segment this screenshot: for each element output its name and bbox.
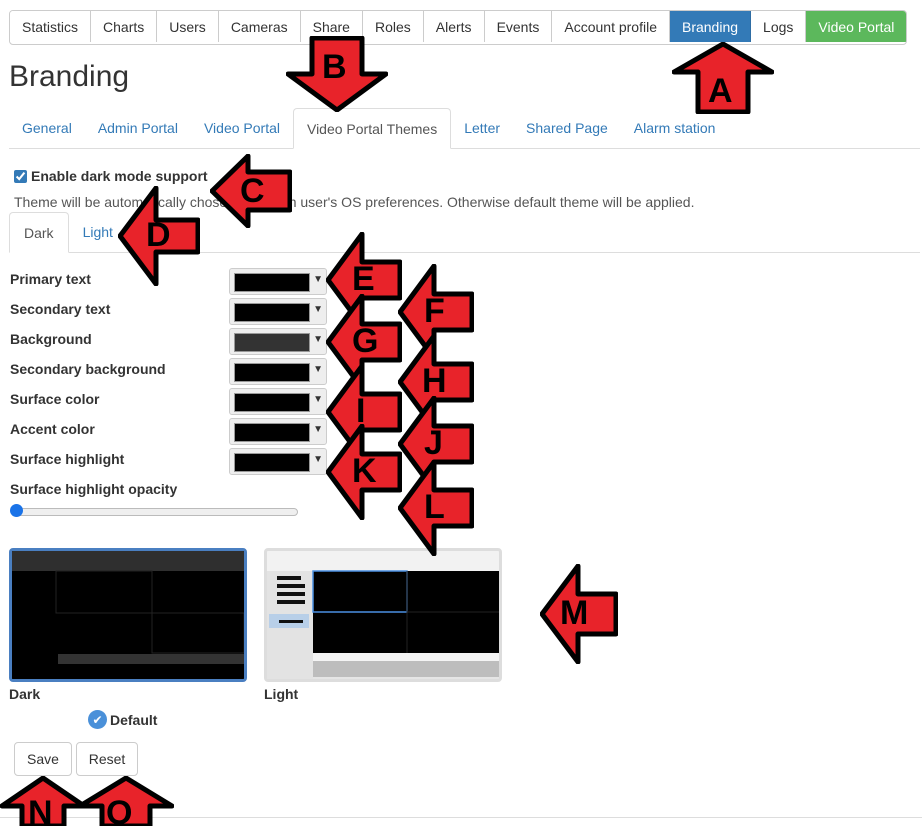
surface-highlight-opacity-label: Surface highlight opacity [10, 481, 178, 497]
chevron-down-icon: ▼ [313, 364, 323, 375]
annotation-letter: B [322, 48, 347, 86]
annotation-arrow-up: O [78, 776, 174, 832]
nav-events[interactable]: Events [484, 11, 553, 42]
nav-logs[interactable]: Logs [751, 11, 807, 42]
dark-mode-label: Enable dark mode support [31, 168, 208, 184]
secondary-text-label: Secondary text [10, 301, 111, 317]
annotation-arrow-left: C [210, 154, 292, 228]
slider-thumb[interactable] [10, 504, 23, 517]
page-title: Branding [9, 60, 130, 93]
secondary-text-picker[interactable]: ▼ [229, 298, 327, 325]
nav-charts[interactable]: Charts [91, 11, 158, 42]
secondary-background-label: Secondary background [10, 361, 166, 377]
top-nav: Statistics Charts Users Cameras Share Ro… [9, 10, 908, 45]
primary-text-label: Primary text [10, 271, 91, 287]
annotation-letter: C [240, 172, 265, 210]
color-swatch [234, 333, 310, 352]
surface-highlight-label: Surface highlight [10, 451, 125, 467]
chevron-down-icon: ▼ [313, 334, 323, 345]
annotation-letter: M [560, 594, 589, 632]
branding-tabs: General Admin Portal Video Portal Video … [9, 108, 920, 149]
annotation-arrow-left: K [326, 424, 402, 520]
background-label: Background [10, 331, 92, 347]
light-preview-label: Light [264, 686, 299, 702]
nav-video-portal[interactable]: Video Portal [806, 11, 907, 42]
annotation-arrow-left: D [118, 186, 200, 286]
default-theme-badge: ✔ Default [88, 710, 157, 729]
tab-letter[interactable]: Letter [451, 108, 513, 148]
tab-shared-page[interactable]: Shared Page [513, 108, 621, 148]
check-circle-icon: ✔ [88, 710, 107, 729]
tab-dark[interactable]: Dark [9, 212, 69, 253]
chevron-down-icon: ▼ [313, 274, 323, 285]
annotation-arrow-down: B [286, 36, 388, 112]
nav-statistics[interactable]: Statistics [10, 11, 92, 42]
surface-highlight-opacity-slider[interactable] [10, 504, 298, 517]
dark-preview-thumbnail [12, 551, 244, 679]
slider-track [14, 508, 298, 516]
primary-text-picker[interactable]: ▼ [229, 268, 327, 295]
chevron-down-icon: ▼ [313, 424, 323, 435]
dark-theme-preview[interactable] [9, 548, 247, 682]
color-swatch [234, 393, 310, 412]
dark-mode-toggle[interactable]: Enable dark mode support [14, 168, 208, 184]
color-swatch [234, 363, 310, 382]
light-theme-preview[interactable] [264, 548, 502, 682]
save-button[interactable]: Save [14, 742, 72, 776]
dark-preview-label: Dark [9, 686, 41, 702]
reset-button[interactable]: Reset [76, 742, 138, 776]
chevron-down-icon: ▼ [313, 304, 323, 315]
color-swatch [234, 423, 310, 442]
color-swatch [234, 453, 310, 472]
surface-color-picker[interactable]: ▼ [229, 388, 327, 415]
background-picker[interactable]: ▼ [229, 328, 327, 355]
nav-branding[interactable]: Branding [669, 11, 752, 42]
annotation-letter: L [424, 488, 445, 526]
dark-mode-hint: Theme will be automatically chosen based… [14, 194, 695, 210]
color-swatch [234, 273, 310, 292]
annotation-arrow-left: L [398, 460, 474, 556]
annotation-letter: A [708, 72, 733, 110]
tab-video-portal[interactable]: Video Portal [191, 108, 293, 148]
tab-admin-portal[interactable]: Admin Portal [85, 108, 191, 148]
surface-color-label: Surface color [10, 391, 100, 407]
annotation-letter: O [106, 794, 133, 832]
tab-alarm-station[interactable]: Alarm station [621, 108, 729, 148]
nav-alerts[interactable]: Alerts [423, 11, 485, 42]
annotation-arrow-up: N [0, 776, 86, 832]
color-swatch [234, 303, 310, 322]
annotation-arrow-left: M [540, 564, 618, 664]
annotation-letter: J [424, 424, 443, 462]
dark-mode-checkbox[interactable] [14, 169, 27, 183]
tab-video-portal-themes[interactable]: Video Portal Themes [292, 108, 452, 149]
nav-account-profile[interactable]: Account profile [552, 11, 670, 42]
annotation-arrow-up: A [672, 42, 774, 114]
secondary-background-picker[interactable]: ▼ [229, 358, 327, 385]
surface-highlight-picker[interactable]: ▼ [229, 448, 327, 475]
annotation-letter: K [352, 452, 377, 490]
accent-color-label: Accent color [10, 421, 95, 437]
annotation-letter: G [352, 322, 379, 360]
light-preview-thumbnail [267, 551, 499, 679]
annotation-letter: N [28, 794, 53, 832]
chevron-down-icon: ▼ [313, 394, 323, 405]
annotation-letter: D [146, 216, 171, 254]
annotation-letter: F [424, 292, 445, 330]
default-label: Default [110, 711, 158, 728]
nav-users[interactable]: Users [157, 11, 219, 42]
chevron-down-icon: ▼ [313, 454, 323, 465]
accent-color-picker[interactable]: ▼ [229, 418, 327, 445]
tab-general[interactable]: General [9, 108, 85, 148]
